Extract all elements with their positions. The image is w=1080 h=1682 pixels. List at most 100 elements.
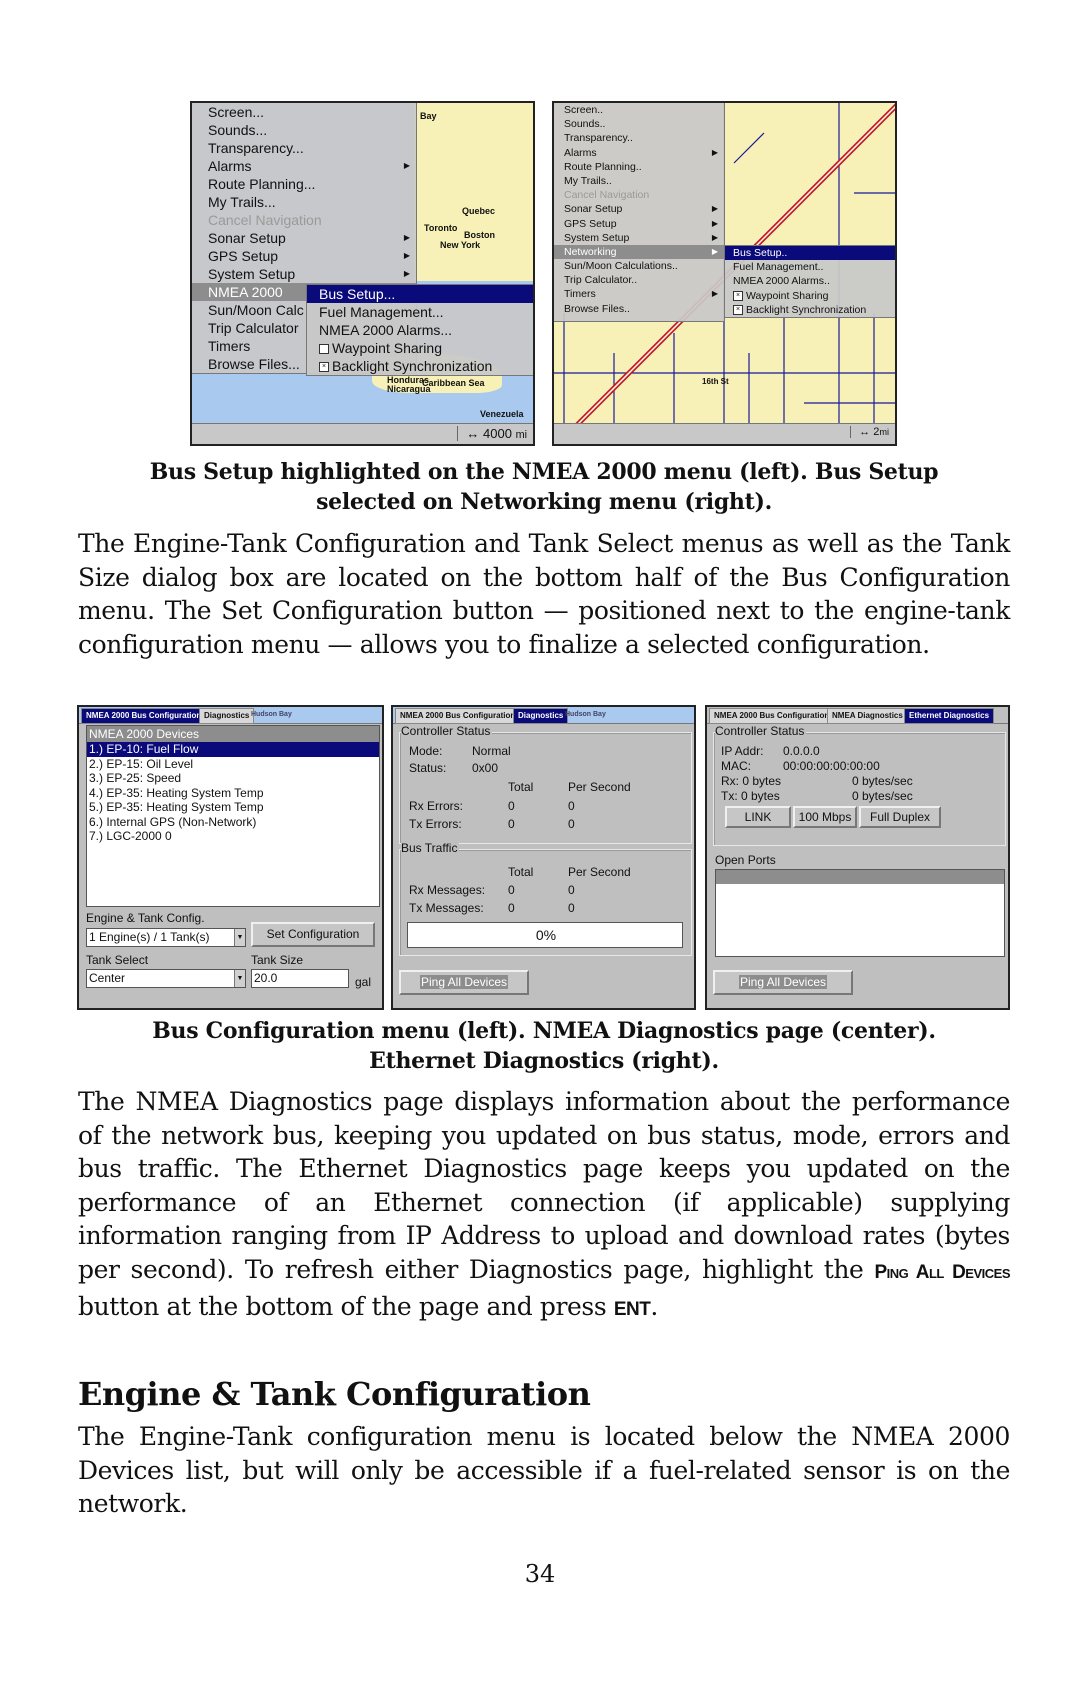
tank-size-input[interactable]: 20.0 [251, 969, 349, 988]
tab-bus-configuration[interactable]: NMEA 2000 Bus Configuration [81, 708, 207, 724]
nmea-devices-list[interactable]: NMEA 2000 Devices 1.) EP-10: Fuel Flow 2.… [86, 725, 380, 907]
menu-item-label: Timers [208, 338, 251, 354]
menu-item-label: Sun/Moon Calculations.. [564, 260, 678, 273]
device-list-item[interactable]: 7.) LGC-2000 0 [87, 829, 379, 844]
map-status-bar: ↔ 4000 mi [192, 423, 533, 444]
device-list-item[interactable]: 3.) EP-25: Speed [87, 771, 379, 786]
rx-errors-per-second: 0 [568, 799, 575, 813]
submenu-item-label: Waypoint Sharing [332, 340, 442, 356]
tank-select-label: Tank Select [86, 953, 149, 967]
chevron-down-icon[interactable]: ▼ [234, 929, 245, 946]
open-ports-list[interactable] [715, 869, 1005, 957]
device-list-item[interactable]: 5.) EP-35: Heating System Temp [87, 800, 379, 815]
menu-item[interactable]: Transparency.. [554, 131, 724, 145]
submenu-item-label: Backlight Synchronization [746, 303, 867, 316]
nmea2000-menu-screenshot: Bay Quebec Toronto Boston New York Hondu… [190, 101, 535, 446]
menu-item[interactable]: Sun/Moon Calculations.. [554, 259, 724, 273]
menu-item-label: Alarms [208, 158, 252, 174]
menu-item[interactable]: Sonar Setup ▶ [554, 202, 724, 216]
device-list-item[interactable]: 1.) EP-10: Fuel Flow [87, 742, 379, 757]
caption-line: Bus Setup highlighted on the NMEA 2000 m… [149, 459, 939, 485]
chevron-down-icon[interactable]: ▼ [234, 970, 245, 987]
mode-label: Mode: [409, 744, 443, 758]
tab-bar: NMEA 2000 Bus Configuration NMEA Diagnos… [707, 707, 1008, 724]
menu-item[interactable]: Transparency... [192, 139, 416, 157]
tab-bus-configuration[interactable]: NMEA 2000 Bus Configuration [709, 708, 835, 724]
menu-item[interactable]: System Setup ▶ [192, 265, 416, 283]
menu-item[interactable]: Sonar Setup ▶ [192, 229, 416, 247]
menu-item[interactable]: Screen.. [554, 103, 724, 117]
map-label: 16th St [702, 377, 729, 386]
tab-diagnostics[interactable]: Diagnostics [513, 708, 569, 724]
menu-item[interactable]: Route Planning.. [554, 160, 724, 174]
menu-item-label: GPS Setup [208, 248, 279, 264]
ping-all-devices-button[interactable]: Ping All Devices [713, 970, 853, 995]
device-list-item[interactable]: 2.) EP-15: Oil Level [87, 757, 379, 772]
menu-item[interactable]: My Trails... [192, 193, 416, 211]
ping-all-devices-button[interactable]: Ping All Devices [399, 970, 529, 995]
menu-item[interactable]: Screen... [192, 103, 416, 121]
menu-item[interactable]: Trip Calculator.. [554, 273, 724, 287]
ip-address-value: 0.0.0.0 [783, 744, 820, 758]
menu-item[interactable]: GPS Setup ▶ [192, 247, 416, 265]
map-label: Hudson Bay [251, 711, 292, 718]
ping-button-label: Ping All Devices [419, 975, 509, 989]
body-paragraph: The Engine-Tank Configuration and Tank S… [78, 529, 1010, 659]
caption-line: selected on Networking menu (right). [316, 489, 772, 515]
submenu-item[interactable]: NMEA 2000 Alarms... [307, 321, 533, 339]
ip-address-label: IP Addr: [721, 744, 764, 758]
tab-diagnostics[interactable]: Diagnostics [199, 708, 255, 724]
menu-item[interactable]: Networking ▶ [554, 244, 724, 260]
rx-bytes: Rx: 0 bytes [721, 774, 782, 788]
caption-line: Ethernet Diagnostics (right). [369, 1048, 719, 1074]
submenu-arrow-icon: ▶ [711, 147, 718, 157]
device-list-item[interactable]: 4.) EP-35: Heating System Temp [87, 786, 379, 801]
menu-item-label: Browse Files... [208, 356, 300, 372]
menu-item-label: Trip Calculator [208, 320, 299, 336]
engine-tank-config-dropdown[interactable]: 1 Engine(s) / 1 Tank(s) ▼ [86, 928, 246, 947]
submenu-item-label: Backlight Synchronization [332, 358, 493, 374]
submenu-item[interactable]: NMEA 2000 Alarms.. [725, 274, 895, 288]
submenu-item[interactable]: × Backlight Synchronization [725, 303, 895, 317]
column-total: Total [508, 865, 534, 879]
rx-messages-total: 0 [508, 883, 515, 897]
checkbox-checked-icon[interactable]: × [733, 290, 743, 301]
menu-item[interactable]: Alarms ▶ [554, 146, 724, 160]
tank-select-dropdown[interactable]: Center ▼ [86, 969, 246, 988]
device-list-item[interactable]: 6.) Internal GPS (Non-Network) [87, 815, 379, 830]
menu-item[interactable]: Timers ▶ [554, 287, 724, 301]
submenu-item[interactable]: Bus Setup... [307, 285, 533, 303]
menu-item-label: System Setup [564, 231, 630, 244]
engine-tank-config-label: Engine & Tank Config. [86, 911, 205, 925]
tab-ethernet-diagnostics[interactable]: Ethernet Diagnostics [904, 708, 995, 724]
set-configuration-button[interactable]: Set Configuration [251, 922, 375, 947]
submenu-item[interactable]: Fuel Management.. [725, 260, 895, 274]
submenu-item[interactable]: × Backlight Synchronization [307, 357, 533, 375]
submenu-item[interactable]: Waypoint Sharing [307, 339, 533, 357]
tab-nmea-diagnostics[interactable]: NMEA Diagnostics [827, 708, 908, 724]
menu-item[interactable]: GPS Setup ▶ [554, 217, 724, 231]
menu-item[interactable]: System Setup ▶ [554, 231, 724, 245]
menu-item[interactable]: Alarms ▶ [192, 157, 416, 175]
mac-value: 00:00:00:00:00:00 [783, 759, 880, 773]
menu-item[interactable]: Sounds... [192, 121, 416, 139]
menu-item[interactable]: Browse Files.. [554, 302, 724, 316]
menu-item[interactable]: My Trails.. [554, 174, 724, 188]
submenu-item-label: Bus Setup... [319, 286, 396, 302]
submenu-item[interactable]: Bus Setup.. [725, 246, 895, 261]
status-value: 0x00 [472, 761, 499, 775]
checkbox-unchecked-icon[interactable] [319, 344, 329, 355]
tab-bus-configuration[interactable]: NMEA 2000 Bus Configuration [395, 708, 521, 724]
checkbox-checked-icon[interactable]: × [733, 304, 743, 315]
body-paragraph: The NMEA Diagnostics page displays infor… [78, 1085, 1010, 1326]
map-label: Venezuela [480, 409, 524, 419]
map-label: New York [440, 240, 481, 250]
menu-item[interactable]: Route Planning... [192, 175, 416, 193]
submenu-item[interactable]: Fuel Management... [307, 303, 533, 321]
tx-messages-total: 0 [508, 901, 515, 915]
submenu-item[interactable]: × Waypoint Sharing [725, 289, 895, 303]
checkbox-checked-icon[interactable]: × [319, 362, 329, 373]
controller-status-title: Controller Status [401, 724, 493, 738]
device-rows: 1.) EP-10: Fuel Flow 2.) EP-15: Oil Level… [87, 742, 379, 844]
menu-item[interactable]: Sounds.. [554, 117, 724, 131]
